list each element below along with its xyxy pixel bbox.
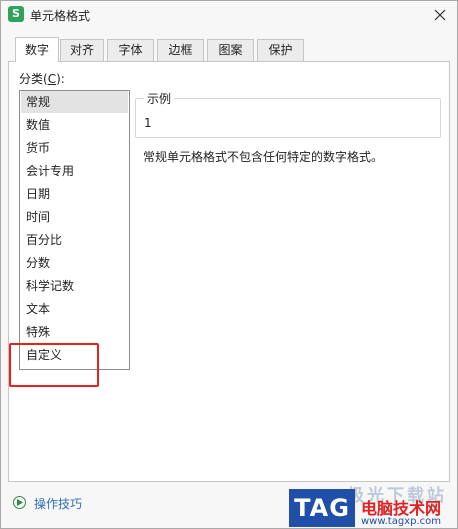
category-item-fraction[interactable]: 分数 <box>21 252 128 274</box>
tips-label: 操作技巧 <box>34 497 83 511</box>
category-item-time[interactable]: 时间 <box>21 206 128 228</box>
category-item-scientific[interactable]: 科学记数 <box>21 275 128 297</box>
watermark-url: www.tagxp.com <box>361 516 441 527</box>
format-description: 常规单元格格式不包含任何特定的数字格式。 <box>143 150 384 164</box>
number-tab-panel: 分类(C): 常规 数值 货币 会计专用 日期 时间 百分比 分数 科学记数 文… <box>8 61 450 482</box>
tab-pattern[interactable]: 图案 <box>207 39 254 61</box>
tab-protection[interactable]: 保护 <box>257 39 304 61</box>
category-item-special[interactable]: 特殊 <box>21 321 128 343</box>
tab-border[interactable]: 边框 <box>157 39 204 61</box>
category-label: 分类(C): <box>19 72 65 86</box>
watermark-faded-text: 极光下载站 <box>347 486 447 506</box>
wps-spreadsheet-app-icon: S <box>8 6 24 22</box>
tab-alignment[interactable]: 对齐 <box>60 39 104 61</box>
site-watermark: 极光下载站 TAG 电脑技术网 www.tagxp.com <box>289 481 457 528</box>
category-item-date[interactable]: 日期 <box>21 183 128 205</box>
category-item-number[interactable]: 数值 <box>21 114 128 136</box>
watermark-title: 电脑技术网 <box>361 499 442 518</box>
format-cells-dialog: S 单元格格式 数字 对齐 字体 边框 图案 保护 分类(C): 常规 数值 货… <box>0 0 458 529</box>
tab-number[interactable]: 数字 <box>15 37 59 62</box>
title-bar: S 单元格格式 <box>1 1 457 28</box>
sample-legend: 示例 <box>144 90 175 107</box>
custom-highlight-annotation <box>9 343 99 387</box>
category-listbox[interactable]: 常规 数值 货币 会计专用 日期 时间 百分比 分数 科学记数 文本 特殊 自定… <box>19 90 130 370</box>
category-item-percentage[interactable]: 百分比 <box>21 229 128 251</box>
category-item-text[interactable]: 文本 <box>21 298 128 320</box>
sample-group: 示例 1 <box>135 90 441 138</box>
sample-value: 1 <box>144 116 152 130</box>
play-circle-icon <box>13 496 26 509</box>
dialog-title: 单元格格式 <box>30 9 91 23</box>
watermark-tag-logo: TAG <box>289 489 355 527</box>
tab-font[interactable]: 字体 <box>107 39 154 61</box>
close-icon <box>434 9 446 21</box>
category-item-currency[interactable]: 货币 <box>21 137 128 159</box>
category-item-general[interactable]: 常规 <box>21 91 128 113</box>
category-item-accounting[interactable]: 会计专用 <box>21 160 128 182</box>
close-button[interactable] <box>429 5 451 25</box>
